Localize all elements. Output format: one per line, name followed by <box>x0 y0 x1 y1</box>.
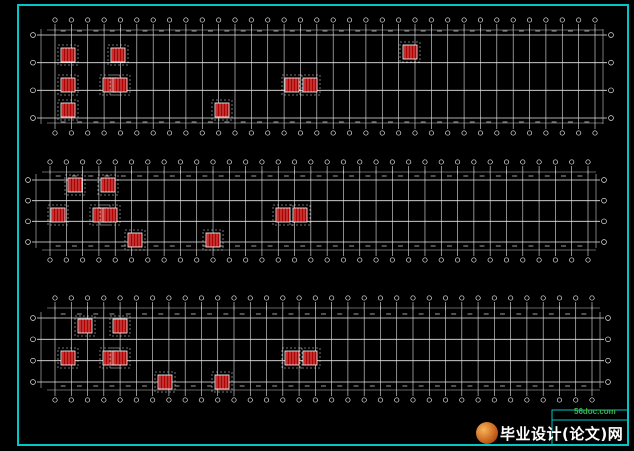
column-block <box>289 204 311 226</box>
column-block <box>57 44 79 66</box>
cad-drawing-canvas <box>0 0 634 451</box>
column-block <box>64 174 86 196</box>
column-block <box>399 41 421 63</box>
watermark-url: 56doc.com <box>574 407 616 416</box>
column-block <box>57 99 79 121</box>
column-block <box>99 204 121 226</box>
column-block <box>299 347 321 369</box>
globe-icon <box>476 422 498 444</box>
column-block <box>97 174 119 196</box>
column-block <box>57 347 79 369</box>
column-block <box>47 204 69 226</box>
column-block <box>109 74 131 96</box>
column-block <box>281 74 303 96</box>
column-block <box>109 347 131 369</box>
column-block <box>107 44 129 66</box>
watermark-text: 毕业设计(论文)网 <box>500 425 624 443</box>
column-block <box>74 315 96 337</box>
column-block <box>109 315 131 337</box>
column-block <box>154 371 176 393</box>
column-block <box>57 74 79 96</box>
column-block <box>202 229 224 251</box>
column-block <box>299 74 321 96</box>
column-block <box>211 99 233 121</box>
column-block <box>281 347 303 369</box>
column-block <box>211 371 233 393</box>
column-block <box>124 229 146 251</box>
